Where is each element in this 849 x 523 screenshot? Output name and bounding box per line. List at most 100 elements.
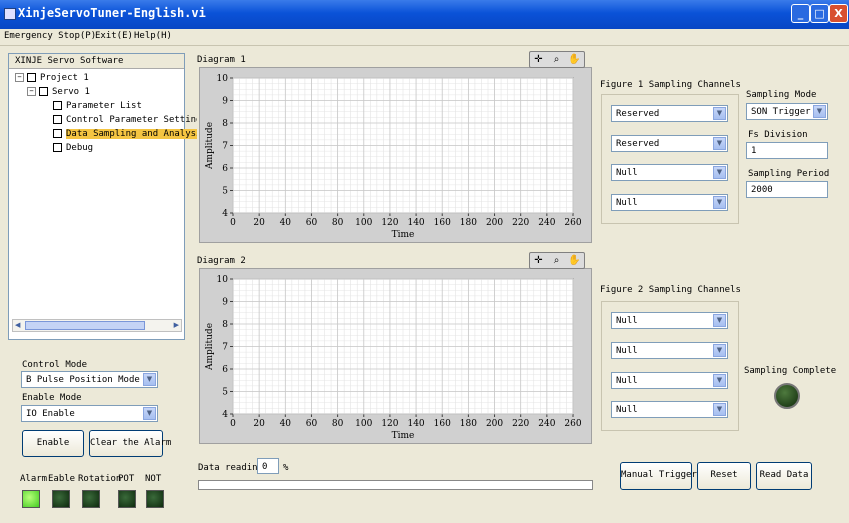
crosshair-icon[interactable]: ✛ (532, 254, 545, 267)
node-checkbox[interactable] (53, 101, 62, 110)
x-tick-label: 240 (538, 419, 555, 429)
diagram-2-chart[interactable]: 0 20 40 60 80 100 120 140 160 180 200 220 240 260 4 5 6 7… (200, 269, 591, 443)
y-tick-label: 5 (222, 187, 228, 197)
enable-mode-select[interactable]: IO Enable ▼ (21, 405, 158, 422)
chevron-down-icon[interactable]: ▼ (713, 344, 726, 357)
diagram-2-frame: 0 20 40 60 80 100 120 140 160 180 200 220 240 260 4 5 6 7… (199, 268, 592, 444)
figure-1-channel-2[interactable]: Reserved ▼ (611, 135, 728, 152)
control-mode-select[interactable]: B Pulse Position Mode ▼ (21, 371, 158, 388)
x-tick-label: 100 (355, 419, 372, 429)
menu-emergency-stop[interactable]: Emergency Stop(P) (4, 31, 96, 41)
pan-hand-icon[interactable]: ✋ (568, 53, 581, 66)
crosshair-icon[interactable]: ✛ (532, 53, 545, 66)
diagram-1-frame: 0 20 40 60 80 100 120 140 160 180 200 220 240 260 4 5 6 7… (199, 67, 592, 243)
chevron-down-icon[interactable]: ▼ (713, 137, 726, 150)
channel-value: Reserved (616, 139, 660, 149)
channel-value: Null (616, 376, 638, 386)
figure-2-channel-2[interactable]: Null ▼ (611, 342, 728, 359)
x-tick-label: 180 (460, 218, 477, 228)
data-reading-value: 0 (257, 458, 279, 474)
tree-node-debug[interactable]: Debug (53, 142, 93, 154)
channel-value: Null (616, 316, 638, 326)
expand-icon[interactable]: − (15, 73, 24, 82)
eable-led (52, 490, 70, 508)
manual-trigger-button[interactable]: Manual Trigger (620, 462, 697, 490)
y-tick-label: 5 (222, 388, 228, 398)
enable-button[interactable]: Enable (22, 430, 84, 457)
pan-hand-icon[interactable]: ✋ (568, 254, 581, 267)
figure-1-channel-3[interactable]: Null ▼ (611, 164, 728, 181)
minimize-button[interactable]: _ (791, 4, 810, 23)
tree-node-label: Control Parameter Setting (66, 115, 202, 125)
data-reading-label: Data reading (198, 463, 264, 473)
tree-node-project[interactable]: − Project 1 (15, 72, 89, 84)
indicator-label-pot: POT (118, 474, 135, 484)
y-axis-label: Amplitude (205, 323, 215, 371)
sampling-mode-select[interactable]: SON Trigger ▼ (746, 103, 828, 120)
diagram-2-title: Diagram 2 (197, 256, 246, 266)
chevron-down-icon[interactable]: ▼ (713, 314, 726, 327)
x-tick-label: 0 (230, 419, 236, 429)
fs-division-input[interactable]: 1 (746, 142, 828, 159)
close-button[interactable]: X (829, 4, 848, 23)
figure-1-channel-4[interactable]: Null ▼ (611, 194, 728, 211)
menu-exit[interactable]: Exit(E) (95, 31, 133, 41)
x-tick-label: 140 (407, 218, 424, 228)
chevron-down-icon[interactable]: ▼ (713, 166, 726, 179)
chevron-down-icon[interactable]: ▼ (143, 407, 156, 420)
tree-node-data-sampling[interactable]: Data Sampling and Analysis (53, 128, 207, 140)
reset-button[interactable]: Reset (697, 462, 751, 490)
figure-2-channel-4[interactable]: Null ▼ (611, 401, 728, 418)
node-checkbox[interactable] (53, 115, 62, 124)
figure-2-channel-1[interactable]: Null ▼ (611, 312, 728, 329)
pot-led (118, 490, 136, 508)
figure-2-channel-3[interactable]: Null ▼ (611, 372, 728, 389)
x-tick-label: 100 (355, 218, 372, 228)
scroll-left-icon[interactable]: ◀ (15, 321, 20, 329)
x-tick-label: 260 (564, 218, 581, 228)
diagram-1-chart[interactable]: 0 20 40 60 80 100 120 140 160 180 200 220 240 260 4 5 6 7… (200, 68, 591, 242)
tree-node-parameter-list[interactable]: Parameter List (53, 100, 142, 112)
y-tick-label: 7 (222, 343, 228, 353)
figure-1-channel-1[interactable]: Reserved ▼ (611, 105, 728, 122)
sampling-period-input[interactable]: 2000 (746, 181, 828, 198)
scroll-right-icon[interactable]: ▶ (174, 321, 179, 329)
read-data-button[interactable]: Read Data (756, 462, 812, 490)
sampling-mode-value: SON Trigger (751, 107, 811, 117)
scroll-thumb[interactable] (25, 321, 145, 330)
node-checkbox[interactable] (39, 87, 48, 96)
tree-node-servo[interactable]: − Servo 1 (27, 86, 90, 98)
clear-alarm-button[interactable]: Clear the Alarm (89, 430, 171, 457)
chevron-down-icon[interactable]: ▼ (813, 105, 826, 118)
zoom-icon[interactable]: ⌕ (550, 53, 563, 66)
x-tick-label: 60 (306, 419, 318, 429)
channel-value: Null (616, 168, 638, 178)
rotation-led (82, 490, 100, 508)
node-checkbox[interactable] (53, 129, 62, 138)
node-checkbox[interactable] (27, 73, 36, 82)
x-tick-label: 260 (564, 419, 581, 429)
menu-help[interactable]: Help(H) (134, 31, 172, 41)
chevron-down-icon[interactable]: ▼ (713, 374, 726, 387)
tree-node-control-parameter-setting[interactable]: Control Parameter Setting (53, 114, 201, 126)
node-checkbox[interactable] (53, 143, 62, 152)
indicator-label-alarm: Alarm (20, 474, 48, 484)
maximize-button[interactable]: □ (810, 4, 829, 23)
chevron-down-icon[interactable]: ▼ (713, 403, 726, 416)
chevron-down-icon[interactable]: ▼ (713, 107, 726, 120)
x-tick-label: 240 (538, 218, 555, 228)
sampling-period-label: Sampling Period (748, 169, 830, 179)
project-tree: XINJE Servo Software − Project 1 − Servo 1… (8, 53, 207, 340)
y-tick-label: 9 (222, 298, 228, 308)
chevron-down-icon[interactable]: ▼ (143, 373, 156, 386)
x-tick-label: 120 (381, 218, 398, 228)
channel-value: Null (616, 405, 638, 415)
x-tick-label: 160 (434, 419, 451, 429)
expand-icon[interactable]: − (27, 87, 36, 96)
y-tick-label: 4 (222, 410, 228, 420)
tree-horizontal-scrollbar[interactable]: ◀ ▶ (12, 319, 182, 332)
title-bar: XinjeServoTuner-English.vi _ □ X (0, 0, 849, 29)
alarm-led (22, 490, 40, 508)
zoom-icon[interactable]: ⌕ (550, 254, 563, 267)
chevron-down-icon[interactable]: ▼ (713, 196, 726, 209)
